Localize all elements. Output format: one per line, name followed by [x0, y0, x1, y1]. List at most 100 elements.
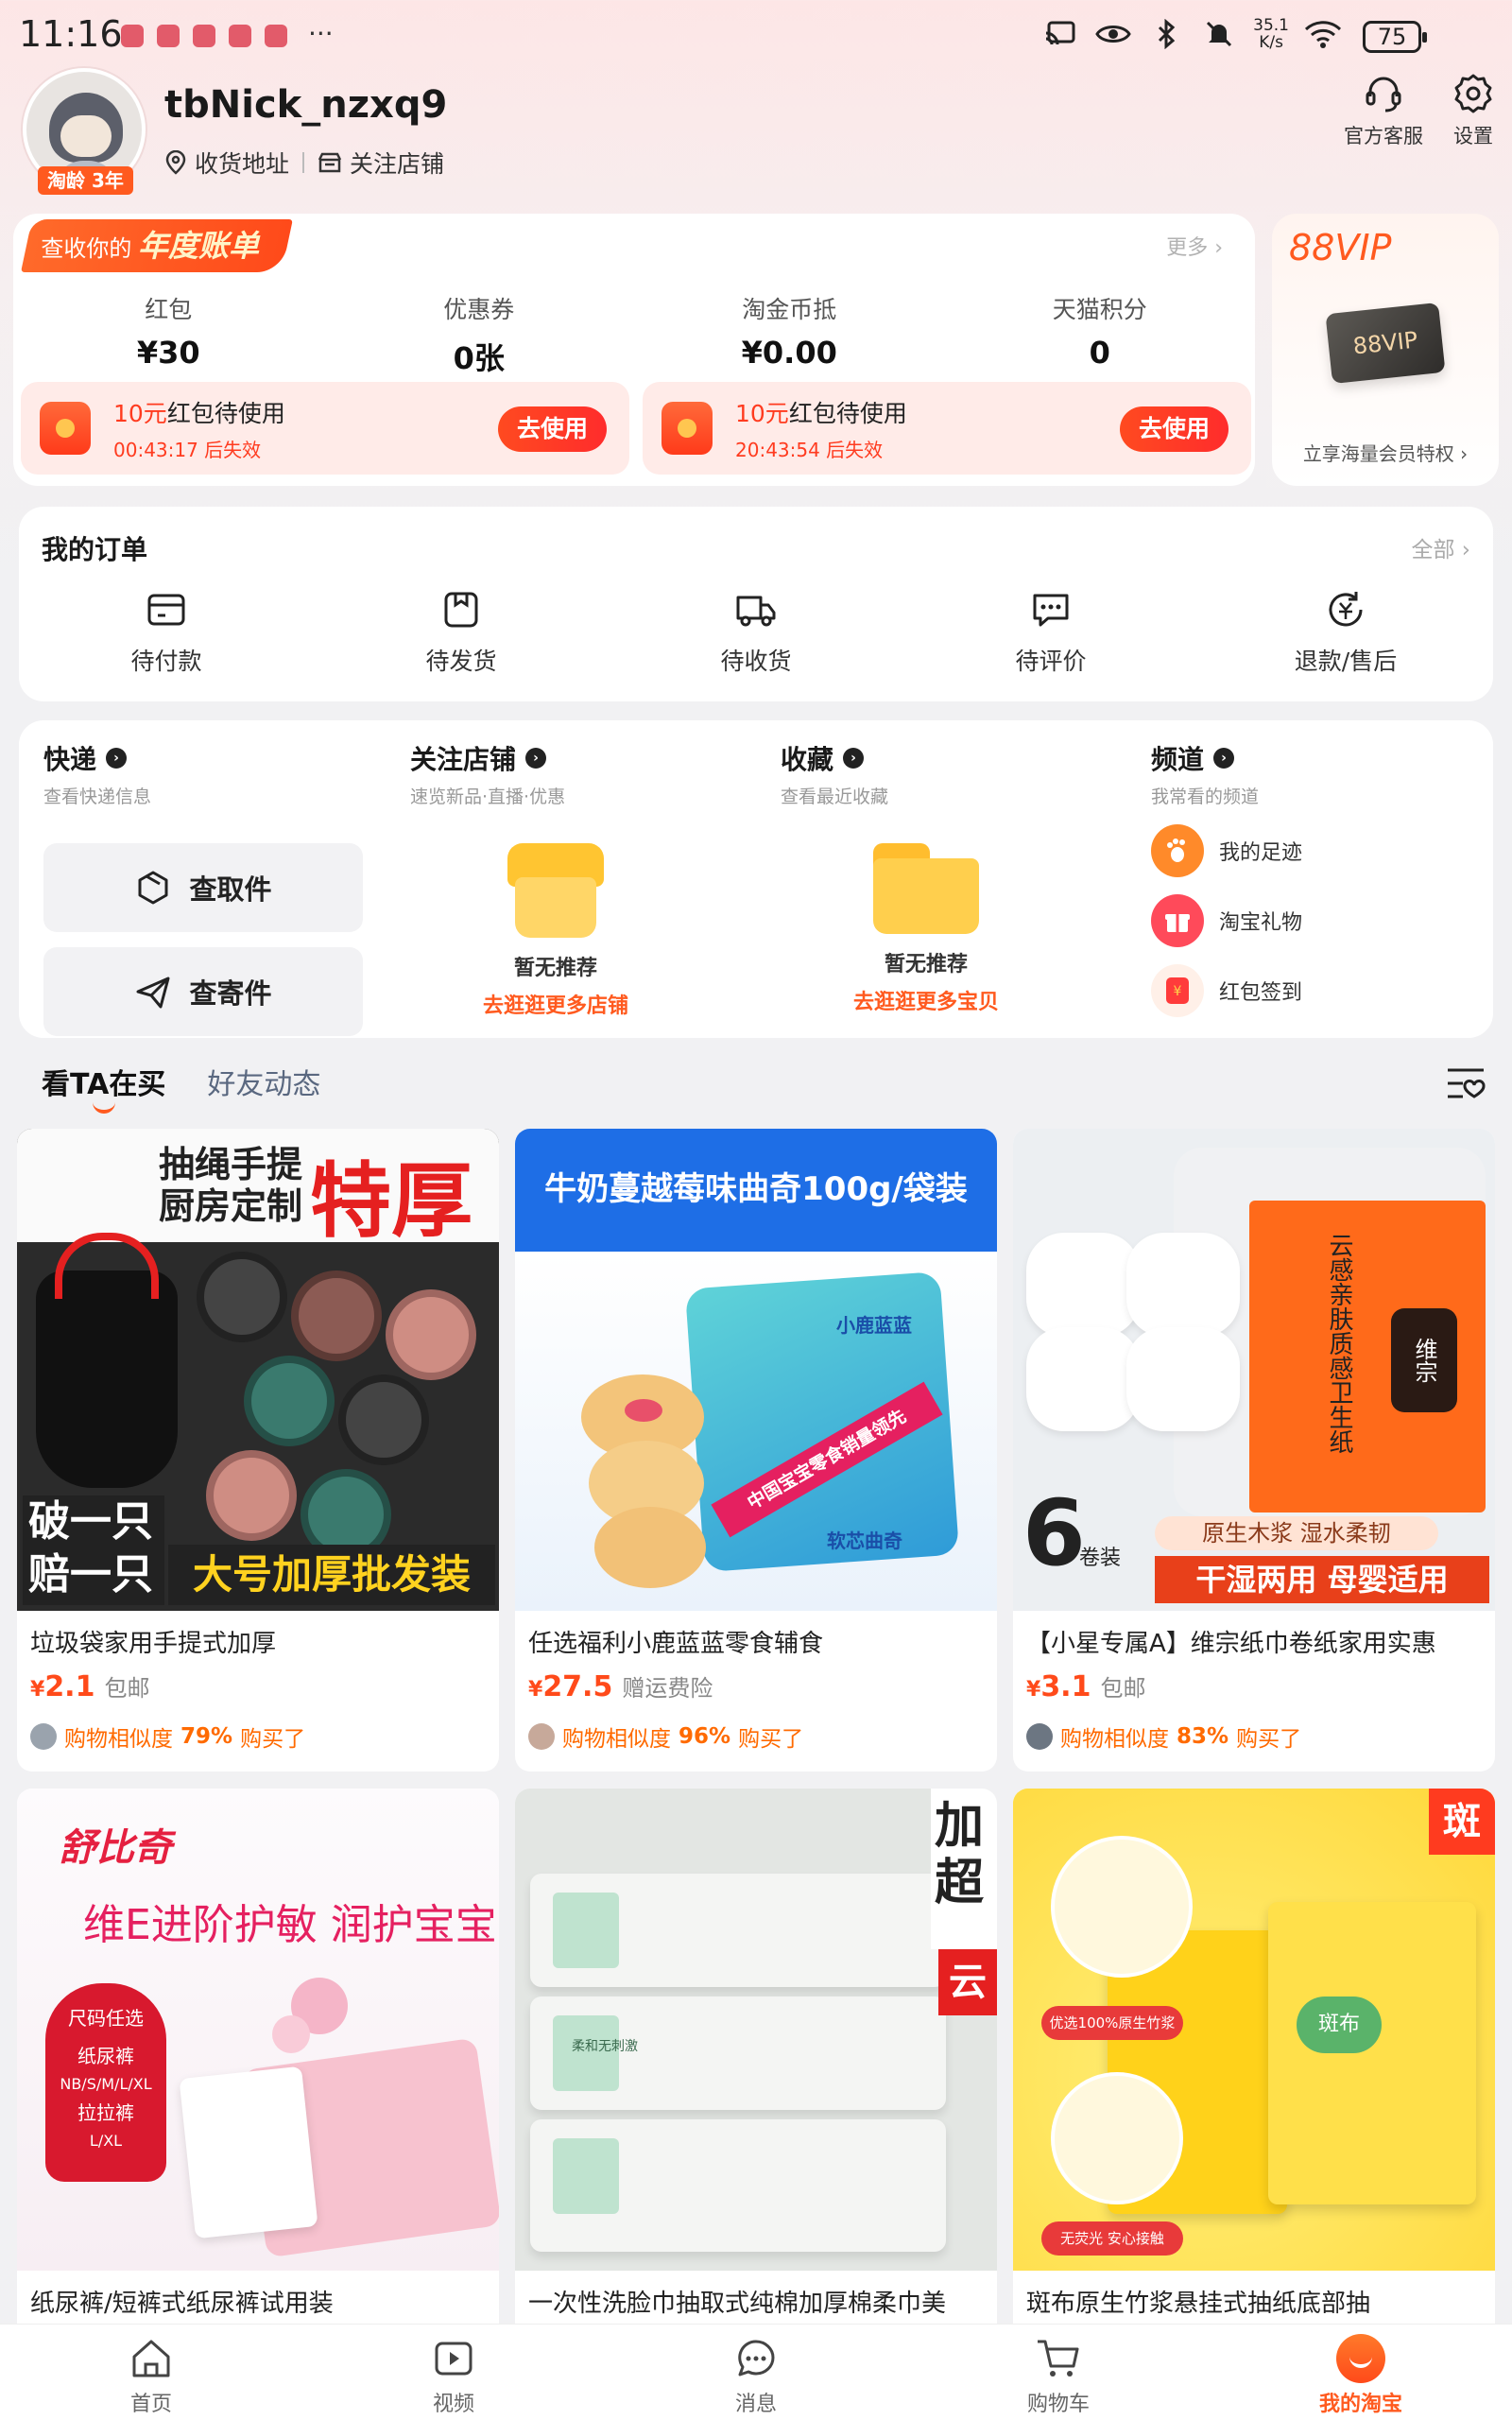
buyer-avatar: [30, 1723, 57, 1750]
my-taobao-icon: [1336, 2334, 1385, 2383]
favorites-panel: 收藏 › 查看最近收藏 暂无推荐 去逛逛更多宝贝: [781, 739, 1128, 1023]
orders-all-link[interactable]: 全部 ›: [1411, 531, 1470, 563]
nav-my-taobao[interactable]: 我的淘宝: [1210, 2325, 1512, 2420]
notification-icons: ···: [121, 21, 334, 47]
followed-stores-empty: 暂无推荐 去逛逛更多店铺: [382, 843, 730, 1019]
chevron-right-icon: ›: [525, 748, 547, 769]
status-bar: 11:16 ··· 35.1 K/s 75: [0, 0, 1512, 76]
pickup-query-button[interactable]: 查取件: [43, 843, 363, 932]
address-link[interactable]: 收货地址: [164, 146, 289, 180]
chevron-right-icon: ›: [843, 748, 865, 769]
nav-messages[interactable]: 消息: [605, 2325, 907, 2420]
nav-home[interactable]: 首页: [0, 2325, 302, 2420]
product-image[interactable]: 柔和无刺激 加 超 云: [515, 1789, 997, 2271]
asset-label: 天猫积分: [1052, 296, 1147, 323]
browse-stores-link[interactable]: 去逛逛更多店铺: [382, 989, 730, 1019]
product-title: 一次性洗脸巾抽取式纯棉加厚棉柔巾美: [528, 2290, 947, 2318]
channel-label: 我的足迹: [1219, 841, 1303, 865]
status-time: 11:16: [19, 13, 123, 55]
order-pending-payment[interactable]: 待付款: [19, 586, 314, 677]
order-pending-review[interactable]: 待评价: [903, 586, 1198, 677]
channel-footprints[interactable]: 我的足迹: [1151, 816, 1472, 886]
order-status-label: 退款/售后: [1294, 648, 1398, 675]
coupon-card[interactable]: 10元红包待使用 00:43:17 后失效 去使用: [21, 382, 629, 475]
wifi-icon: [1304, 17, 1342, 51]
use-coupon-button[interactable]: 去使用: [1119, 406, 1228, 452]
order-pending-receipt[interactable]: 待收货: [609, 586, 903, 677]
nav-cart[interactable]: 购物车: [907, 2325, 1210, 2420]
asset-gold-coins[interactable]: 淘金币抵 ¥0.00: [634, 291, 945, 378]
asset-label: 优惠券: [443, 296, 515, 323]
customer-service-label: 官方客服: [1344, 125, 1423, 147]
use-coupon-button[interactable]: 去使用: [497, 406, 607, 452]
asset-tmall-points[interactable]: 天猫积分 0: [945, 291, 1256, 378]
feed-filter-icon[interactable]: [1444, 1064, 1487, 1102]
bottom-navigation: 首页 视频 消息 购物车 我的淘宝: [0, 2324, 1512, 2420]
cast-icon: [1041, 17, 1079, 51]
store-icon: [318, 152, 342, 173]
orders-title: 我的订单: [42, 534, 148, 565]
annual-bill-banner[interactable]: 查收你的 年度账单: [21, 219, 293, 272]
battery-icon: 75: [1363, 21, 1427, 53]
followed-stores-subtitle: 速览新品·直播·优惠: [410, 786, 566, 807]
nav-video[interactable]: 视频: [302, 2325, 605, 2420]
taobao-age-badge: 淘龄 3年: [38, 166, 133, 195]
refund-icon: [1329, 592, 1363, 627]
message-icon: [738, 2340, 775, 2377]
express-header[interactable]: 快递 ›: [43, 739, 365, 777]
asset-red-packet[interactable]: 红包 ¥30: [13, 291, 324, 378]
order-pending-shipment[interactable]: 待发货: [314, 586, 609, 677]
customer-service-button[interactable]: 官方客服: [1344, 72, 1423, 149]
product-image[interactable]: 舒比奇 维E进阶护敏 润护宝宝 尺码任选 纸尿裤 NB/S/M/L/XL 拉拉裤…: [17, 1789, 499, 2271]
asset-value: 0: [1089, 335, 1110, 371]
order-refund[interactable]: 退款/售后: [1198, 586, 1493, 677]
channels-header[interactable]: 频道 ›: [1151, 739, 1472, 777]
coupon-card[interactable]: 10元红包待使用 20:43:54 后失效 去使用: [643, 382, 1251, 475]
headset-icon: [1366, 77, 1401, 112]
username[interactable]: tbNick_nzxq9: [164, 83, 447, 127]
app-notification-icon: [229, 25, 251, 47]
followed-stores-header[interactable]: 关注店铺 ›: [410, 739, 758, 777]
followed-stores-label: 关注店铺: [350, 150, 445, 178]
product-card[interactable]: 牛奶蔓越莓味曲奇100g/袋装 小鹿蓝蓝 中国宝宝零食销量领先 软芯曲奇 任选福…: [515, 1129, 997, 1772]
favorites-empty: 暂无推荐 去逛逛更多宝贝: [752, 843, 1100, 1015]
send-query-button[interactable]: 查寄件: [43, 947, 363, 1036]
coupon-list: 10元红包待使用 00:43:17 后失效 去使用 10元红包待使用 20:43…: [21, 382, 1251, 475]
product-image[interactable]: 牛奶蔓越莓味曲奇100g/袋装 小鹿蓝蓝 中国宝宝零食销量领先 软芯曲奇: [515, 1129, 997, 1611]
favorites-header[interactable]: 收藏 ›: [781, 739, 1128, 777]
channel-gifts[interactable]: 淘宝礼物: [1151, 886, 1472, 956]
similarity-note: 购物相似度 79% 购买了: [30, 1720, 305, 1753]
cart-icon: [1038, 2340, 1079, 2377]
followed-stores-link[interactable]: 关注店铺: [318, 146, 444, 180]
settings-label: 设置: [1453, 125, 1493, 147]
product-card[interactable]: 云感亲肤质感卫生纸 维宗 6 卷装 原生木浆 湿水柔韧 干湿两用 母婴适用 【小…: [1013, 1129, 1495, 1772]
product-price: ¥2.1 包邮: [30, 1670, 150, 1703]
app-notification-icon: [121, 25, 144, 47]
gear-icon: [1454, 74, 1492, 113]
mute-icon: [1200, 17, 1238, 51]
vip-card[interactable]: 88VIP 88VIP 立享海量会员特权 ›: [1272, 214, 1499, 486]
express-title: 快递: [43, 744, 97, 775]
quick-panels: 快递 › 查看快递信息 查取件 查寄件 关注店铺 › 速览新品·直播·优惠 暂无…: [19, 720, 1493, 1038]
video-icon: [435, 2342, 472, 2376]
asset-row: 红包 ¥30 优惠券 0张 淘金币抵 ¥0.00 天猫积分 0: [13, 291, 1255, 378]
product-card[interactable]: 抽绳手提 厨房定制 特厚 破一只 赔一只 大号加厚批发装 垃圾袋家用手提式加厚 …: [17, 1129, 499, 1772]
tab-friend-activity[interactable]: 好友动态: [207, 1061, 320, 1102]
top-actions: 官方客服 设置: [1344, 72, 1495, 149]
product-image[interactable]: 斑 斑布 优选100%原生竹浆 无荧光 安心接触: [1013, 1789, 1495, 2271]
product-image[interactable]: 抽绳手提 厨房定制 特厚 破一只 赔一只 大号加厚批发装: [17, 1129, 499, 1611]
product-image[interactable]: 云感亲肤质感卫生纸 维宗 6 卷装 原生木浆 湿水柔韧 干湿两用 母婴适用: [1013, 1129, 1495, 1611]
truck-icon: [736, 596, 776, 627]
vip-subtitle: 立享海量会员特权 ›: [1302, 442, 1469, 465]
asset-value: ¥30: [136, 335, 200, 371]
browse-items-link[interactable]: 去逛逛更多宝贝: [752, 985, 1100, 1015]
assets-more-link[interactable]: 更多 ›: [1166, 231, 1223, 261]
tab-watching-buy[interactable]: 看TA在买: [42, 1061, 165, 1114]
settings-button[interactable]: 设置: [1452, 72, 1495, 149]
red-packet-icon: [40, 402, 91, 455]
channel-red-packet-checkin[interactable]: ¥ 红包签到: [1151, 956, 1472, 1026]
address-link-label: 收货地址: [195, 150, 290, 178]
order-status-label: 待付款: [130, 648, 202, 675]
eye-icon: [1094, 17, 1132, 51]
asset-coupons[interactable]: 优惠券 0张: [324, 291, 635, 378]
